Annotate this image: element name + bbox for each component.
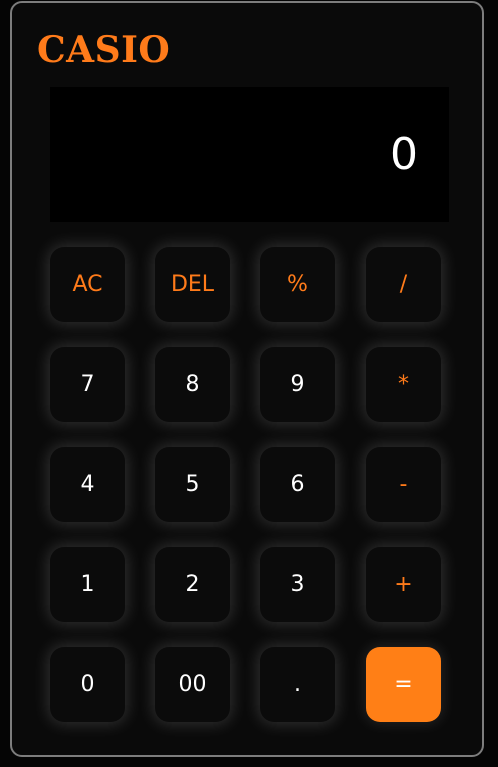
digit-7-button[interactable]: 7 [50, 347, 125, 422]
brand-logo: CASIO [37, 29, 171, 71]
calculator-display: 0 [50, 87, 449, 222]
digit-8-button[interactable]: 8 [155, 347, 230, 422]
equals-button[interactable]: = [366, 647, 441, 722]
digit-3-button[interactable]: 3 [260, 547, 335, 622]
digit-9-button[interactable]: 9 [260, 347, 335, 422]
divide-button[interactable]: / [366, 247, 441, 322]
digit-4-button[interactable]: 4 [50, 447, 125, 522]
multiply-button[interactable]: * [366, 347, 441, 422]
double-zero-button[interactable]: 00 [155, 647, 230, 722]
digit-6-button[interactable]: 6 [260, 447, 335, 522]
add-button[interactable]: + [366, 547, 441, 622]
all-clear-button[interactable]: AC [50, 247, 125, 322]
percent-button[interactable]: % [260, 247, 335, 322]
display-value: 0 [390, 129, 418, 180]
digit-2-button[interactable]: 2 [155, 547, 230, 622]
digit-1-button[interactable]: 1 [50, 547, 125, 622]
digit-5-button[interactable]: 5 [155, 447, 230, 522]
digit-0-button[interactable]: 0 [50, 647, 125, 722]
delete-button[interactable]: DEL [155, 247, 230, 322]
subtract-button[interactable]: - [366, 447, 441, 522]
decimal-point-button[interactable]: . [260, 647, 335, 722]
